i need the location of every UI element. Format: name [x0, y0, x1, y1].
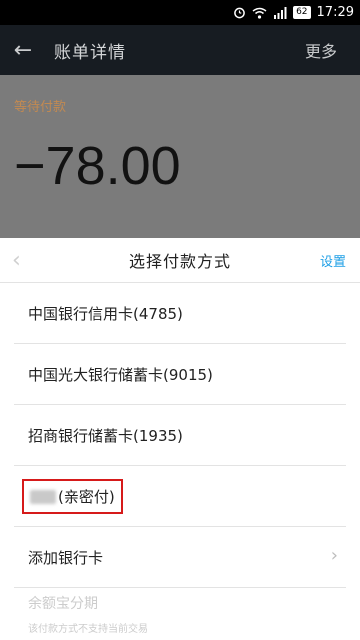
- bill-summary: 等待付款 −78.00: [0, 75, 360, 238]
- settings-link[interactable]: 设置: [320, 251, 346, 270]
- wifi-icon: [252, 7, 267, 19]
- page-title: 账单详情: [54, 42, 126, 63]
- payment-option-label: 中国光大银行储蓄卡(9015): [28, 366, 213, 384]
- disabled-option-note: 该付款方式不支持当前交易: [28, 624, 148, 635]
- payment-option-label: 中国银行信用卡(4785): [28, 305, 183, 323]
- app-bar: ← 账单详情 更多: [0, 25, 360, 75]
- payment-option-cmb-debit[interactable]: 招商银行储蓄卡(1935): [0, 405, 360, 466]
- payment-option-ceb-debit[interactable]: 中国光大银行储蓄卡(9015): [0, 344, 360, 405]
- payment-option-boc-credit[interactable]: 中国银行信用卡(4785): [0, 283, 360, 344]
- sheet-title: 选择付款方式: [128, 252, 231, 271]
- payment-option-label: (亲密付): [58, 488, 115, 506]
- divider: [14, 587, 346, 588]
- payment-method-sheet: ‹ 选择付款方式 设置 中国银行信用卡(4785) 中国光大银行储蓄卡(9015…: [0, 238, 360, 640]
- add-bank-card-option[interactable]: 添加银行卡 ›: [0, 527, 360, 588]
- signal-icon: [273, 6, 287, 19]
- blurred-name: [30, 489, 56, 504]
- chevron-left-icon[interactable]: ‹: [12, 248, 21, 273]
- payment-option-family-pay[interactable]: (亲密付): [0, 466, 360, 527]
- bill-status: 等待付款: [14, 100, 67, 115]
- clock-time: 17:29: [316, 5, 354, 20]
- alarm-icon: [233, 6, 246, 19]
- disabled-option-label: 余额宝分期: [28, 596, 98, 612]
- chevron-right-icon: ›: [330, 545, 338, 566]
- payment-option-label: 添加银行卡: [28, 549, 104, 567]
- payment-option-label: 招商银行储蓄卡(1935): [28, 427, 183, 445]
- bill-amount: −78.00: [14, 136, 181, 196]
- more-button[interactable]: 更多: [282, 38, 360, 62]
- battery-icon: 62: [293, 6, 311, 19]
- highlight-box: (亲密付): [22, 479, 123, 514]
- status-bar: 62 17:29: [0, 0, 360, 25]
- back-arrow-icon[interactable]: ←: [0, 38, 46, 63]
- sheet-header: ‹ 选择付款方式 设置: [0, 238, 360, 283]
